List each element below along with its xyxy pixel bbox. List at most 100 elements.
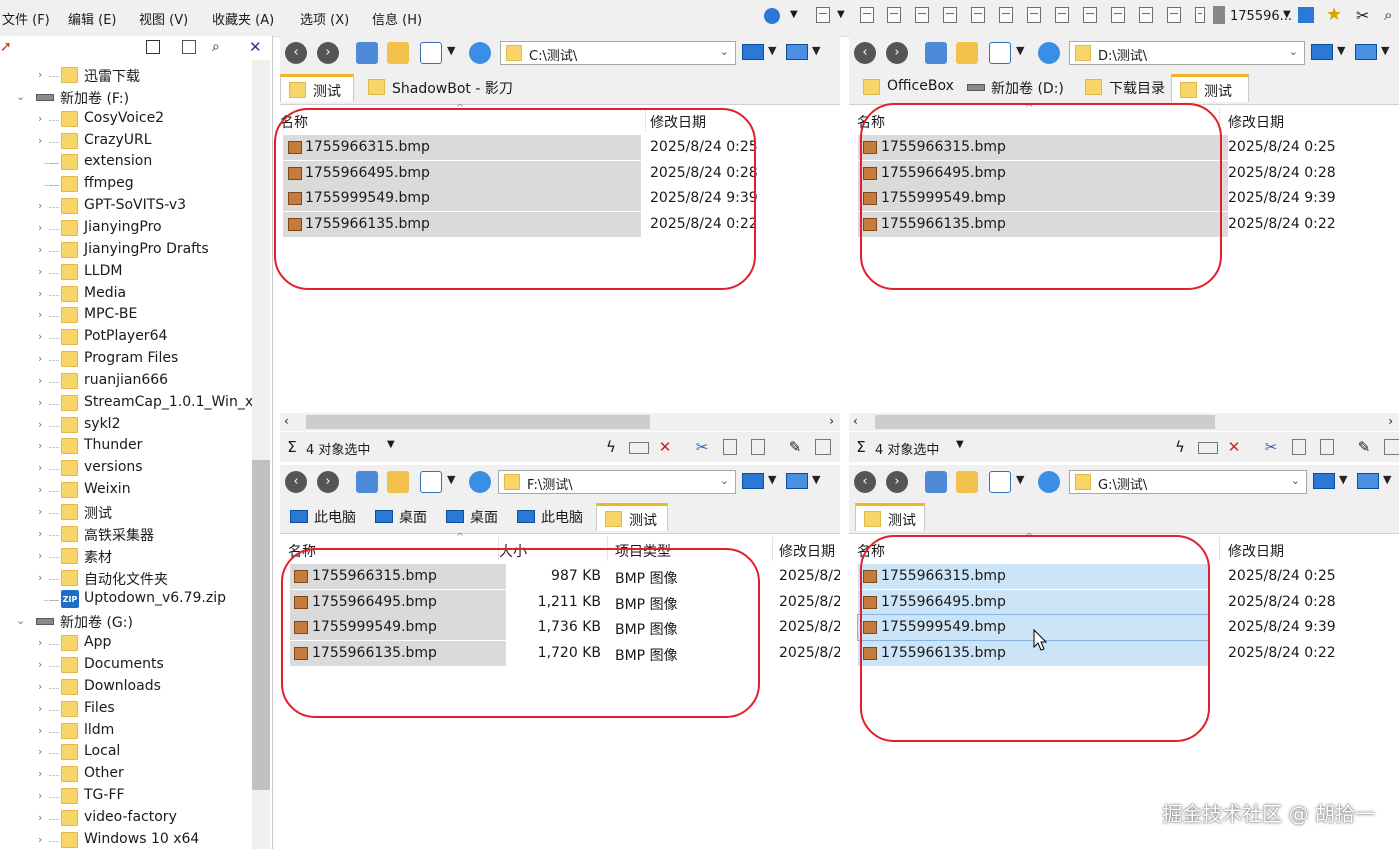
tree-item[interactable]: › Program Files — [0, 349, 250, 371]
tree-scroll-thumb[interactable] — [252, 460, 270, 790]
collapse-arrow-icon[interactable]: › — [38, 396, 42, 409]
refresh-icon[interactable] — [1038, 471, 1060, 493]
view-mode-icon[interactable] — [420, 471, 442, 493]
close-icon[interactable]: ✕ — [249, 38, 262, 56]
tree-item[interactable]: › Downloads — [0, 677, 250, 699]
layout-4-icon[interactable] — [943, 7, 957, 23]
column-divider[interactable] — [772, 537, 773, 561]
tree-item[interactable]: › 迅雷下载 — [0, 65, 250, 87]
cut-icon[interactable]: ✂ — [1263, 439, 1279, 455]
rename-icon[interactable]: ✎ — [1356, 439, 1372, 455]
layout-12-icon[interactable] — [1167, 7, 1181, 23]
layout-6-icon[interactable] — [999, 7, 1013, 23]
tree-item[interactable]: › JianyingPro Drafts — [0, 240, 250, 262]
collapse-arrow-icon[interactable]: › — [38, 527, 42, 540]
column-header-label[interactable]: 修改日期 — [779, 541, 835, 561]
column-header-label[interactable]: 修改日期 — [1228, 541, 1284, 561]
tab[interactable]: 测试 — [596, 503, 668, 531]
cut-icon[interactable]: ✂ — [694, 439, 710, 455]
monitor-icon[interactable] — [1313, 473, 1335, 489]
back-icon[interactable]: ‹ — [285, 471, 307, 493]
tree-item[interactable]: › Media — [0, 284, 250, 306]
collapse-arrow-icon[interactable]: › — [38, 221, 42, 234]
collapse-arrow-icon[interactable]: › — [38, 658, 42, 671]
view-mode-icon[interactable] — [420, 42, 442, 64]
tree-item[interactable]: › Documents — [0, 655, 250, 677]
properties-icon[interactable] — [815, 439, 831, 455]
chevron-down-icon[interactable]: ▼ — [956, 439, 964, 450]
tree-item[interactable]: › Files — [0, 699, 250, 721]
collapse-arrow-icon[interactable]: › — [38, 636, 42, 649]
new-folder-icon[interactable] — [956, 42, 978, 64]
mail-icon[interactable] — [1198, 442, 1218, 454]
monitor-alt-icon[interactable] — [1357, 473, 1379, 489]
refresh-icon[interactable] — [469, 471, 491, 493]
tree-item[interactable]: ⌄ 新加卷 (F:) — [0, 87, 250, 109]
tab[interactable]: OfficeBox — [855, 74, 959, 102]
layout-11-icon[interactable] — [1139, 7, 1153, 23]
grid-icon[interactable] — [146, 40, 160, 54]
back-icon[interactable]: ‹ — [854, 42, 876, 64]
copy-icon[interactable] — [723, 439, 737, 455]
tree-item[interactable]: › Windows 10 x64 — [0, 830, 250, 849]
collapse-arrow-icon[interactable]: › — [38, 374, 42, 387]
monitor-icon[interactable] — [742, 473, 764, 489]
chevron-down-icon[interactable]: ▼ — [812, 473, 820, 486]
tree-item[interactable]: › CrazyURL — [0, 131, 250, 153]
collapse-arrow-icon[interactable]: › — [38, 418, 42, 431]
chevron-down-icon[interactable]: ⌄ — [720, 45, 729, 58]
view-mode-icon[interactable] — [989, 471, 1011, 493]
collapse-arrow-icon[interactable]: › — [38, 483, 42, 496]
tree-item[interactable]: › LLDM — [0, 262, 250, 284]
expand-arrow-icon[interactable]: ⌄ — [16, 90, 25, 103]
tree-item[interactable]: › StreamCap_1.0.1_Win_x6 — [0, 393, 262, 415]
zoom-icon[interactable]: ⌕ — [1384, 6, 1392, 24]
address-bar[interactable]: G:\测试\ ⌄ — [1069, 470, 1307, 494]
refresh-icon[interactable] — [1038, 42, 1060, 64]
layout-1-icon[interactable] — [860, 7, 874, 23]
menu-edit[interactable]: 编辑 (E) — [68, 9, 117, 28]
collapse-arrow-icon[interactable]: › — [38, 702, 42, 715]
chevron-down-icon[interactable]: ▼ — [837, 9, 845, 20]
collapse-arrow-icon[interactable]: › — [38, 811, 42, 824]
monitor-icon[interactable] — [742, 44, 764, 60]
chevron-down-icon[interactable]: ▼ — [1016, 44, 1024, 57]
layout-2-icon[interactable] — [887, 7, 901, 23]
up-folder-icon[interactable] — [925, 42, 947, 64]
chevron-down-icon[interactable]: ▼ — [1283, 9, 1291, 20]
layout-3-icon[interactable] — [915, 7, 929, 23]
tab[interactable]: ShadowBot - 影刀 — [360, 74, 514, 102]
forward-icon[interactable]: › — [317, 471, 339, 493]
tree-item[interactable]: › MPC-BE — [0, 305, 250, 327]
monitor-alt-icon[interactable] — [1355, 44, 1377, 60]
tab[interactable]: 测试 — [1171, 74, 1249, 102]
properties-icon[interactable] — [1384, 439, 1399, 455]
rename-icon[interactable]: ✎ — [787, 439, 803, 455]
chevron-down-icon[interactable]: ⌄ — [1291, 474, 1300, 487]
forward-icon[interactable]: › — [886, 42, 908, 64]
chevron-down-icon[interactable]: ⌄ — [720, 474, 729, 487]
collapse-arrow-icon[interactable]: › — [38, 461, 42, 474]
view-mode-icon[interactable] — [989, 42, 1011, 64]
tree-item[interactable]: › 测试 — [0, 502, 250, 524]
paste-icon[interactable] — [751, 439, 765, 455]
scroll-right-icon[interactable]: › — [829, 414, 834, 428]
collapse-arrow-icon[interactable]: › — [38, 134, 42, 147]
checkbox-icon[interactable] — [1195, 7, 1205, 23]
copy-icon[interactable] — [1292, 439, 1306, 455]
collapse-arrow-icon[interactable]: › — [38, 112, 42, 125]
up-folder-icon[interactable] — [925, 471, 947, 493]
forward-icon[interactable]: › — [886, 471, 908, 493]
scroll-thumb[interactable] — [306, 415, 650, 429]
collapse-arrow-icon[interactable]: › — [38, 287, 42, 300]
chevron-down-icon[interactable]: ▼ — [1337, 44, 1345, 57]
chevron-down-icon[interactable]: ▼ — [1016, 473, 1024, 486]
column-divider[interactable] — [1219, 537, 1220, 561]
collapse-arrow-icon[interactable]: › — [38, 439, 42, 452]
menu-file[interactable]: 文件 (F) — [2, 9, 50, 28]
tree-item[interactable]: ⌄ 新加卷 (G:) — [0, 611, 250, 633]
tab[interactable]: 测试 — [855, 503, 925, 531]
layout-7-icon[interactable] — [1027, 7, 1041, 23]
collapse-arrow-icon[interactable]: › — [38, 265, 42, 278]
collapse-arrow-icon[interactable]: › — [38, 767, 42, 780]
